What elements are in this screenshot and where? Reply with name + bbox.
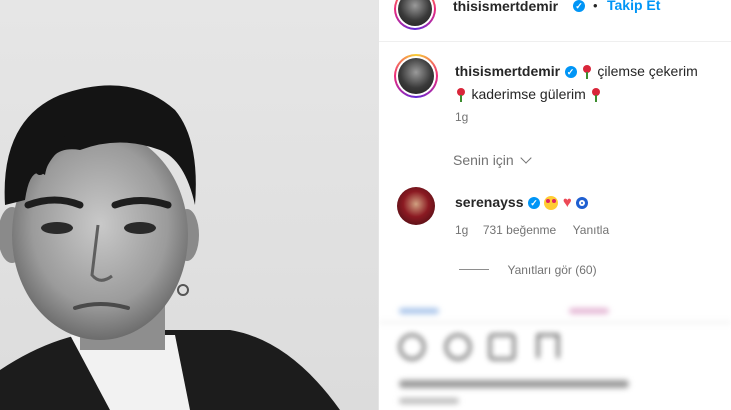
blurred-comment-row — [399, 308, 439, 314]
share-icon[interactable] — [489, 334, 515, 360]
for-you-filter[interactable]: Senin için — [453, 152, 532, 168]
view-replies-button[interactable]: Yanıtları gör (60) — [459, 261, 597, 279]
for-you-label: Senin için — [453, 152, 514, 168]
comment-icon[interactable] — [445, 334, 471, 360]
caption: thisismertdemir ✓ çilemse çekerim kaderi… — [379, 52, 731, 132]
rose-icon — [581, 64, 593, 79]
caption-avatar[interactable] — [394, 54, 438, 98]
post-header: thisismertdemir ✓ • Takip Et — [379, 0, 731, 34]
header-separator: • — [593, 0, 598, 13]
rose-icon — [455, 87, 467, 102]
caption-line2: kaderimse gülerim — [471, 86, 586, 102]
chevron-down-icon — [519, 152, 532, 164]
save-icon[interactable] — [537, 334, 559, 358]
caption-line1: çilemse çekerim — [597, 63, 698, 79]
post-photo[interactable] — [0, 0, 378, 410]
comment-username[interactable]: serenayss — [455, 194, 524, 210]
rose-icon — [590, 87, 602, 102]
comment-avatar[interactable] — [397, 187, 435, 225]
like-icon[interactable] — [399, 334, 425, 360]
nazar-icon — [576, 196, 589, 209]
comment-likes[interactable]: 731 beğenme — [483, 223, 556, 237]
comment: serenayss ✓ ♥ 1g 731 beğenme Yanıtla Yan… — [379, 185, 731, 285]
comment-verified-icon: ✓ — [527, 196, 540, 209]
pink-heart-icon: ♥ — [562, 193, 572, 211]
heart-eyes-icon — [544, 195, 559, 210]
blurred-emoji-row — [569, 308, 609, 314]
header-divider — [379, 41, 731, 42]
verified-icon: ✓ — [573, 0, 585, 12]
caption-time: 1g — [455, 110, 469, 124]
likes-summary — [399, 380, 629, 388]
caption-username[interactable]: thisismertdemir — [455, 63, 560, 79]
view-replies-label: Yanıtları gör (60) — [507, 263, 597, 277]
header-avatar[interactable] — [394, 0, 436, 30]
blurred-footer — [379, 298, 731, 410]
reply-button[interactable]: Yanıtla — [573, 223, 609, 237]
replies-line — [459, 269, 489, 271]
post-date — [399, 398, 459, 404]
footer-divider — [379, 322, 731, 323]
comment-time: 1g — [455, 223, 469, 237]
header-username[interactable]: thisismertdemir — [453, 0, 558, 14]
portrait-image — [0, 85, 340, 410]
follow-button[interactable]: Takip Et — [607, 0, 660, 13]
comments-panel: thisismertdemir ✓ • Takip Et thisismertd… — [379, 0, 731, 410]
caption-verified-icon: ✓ — [564, 65, 577, 78]
